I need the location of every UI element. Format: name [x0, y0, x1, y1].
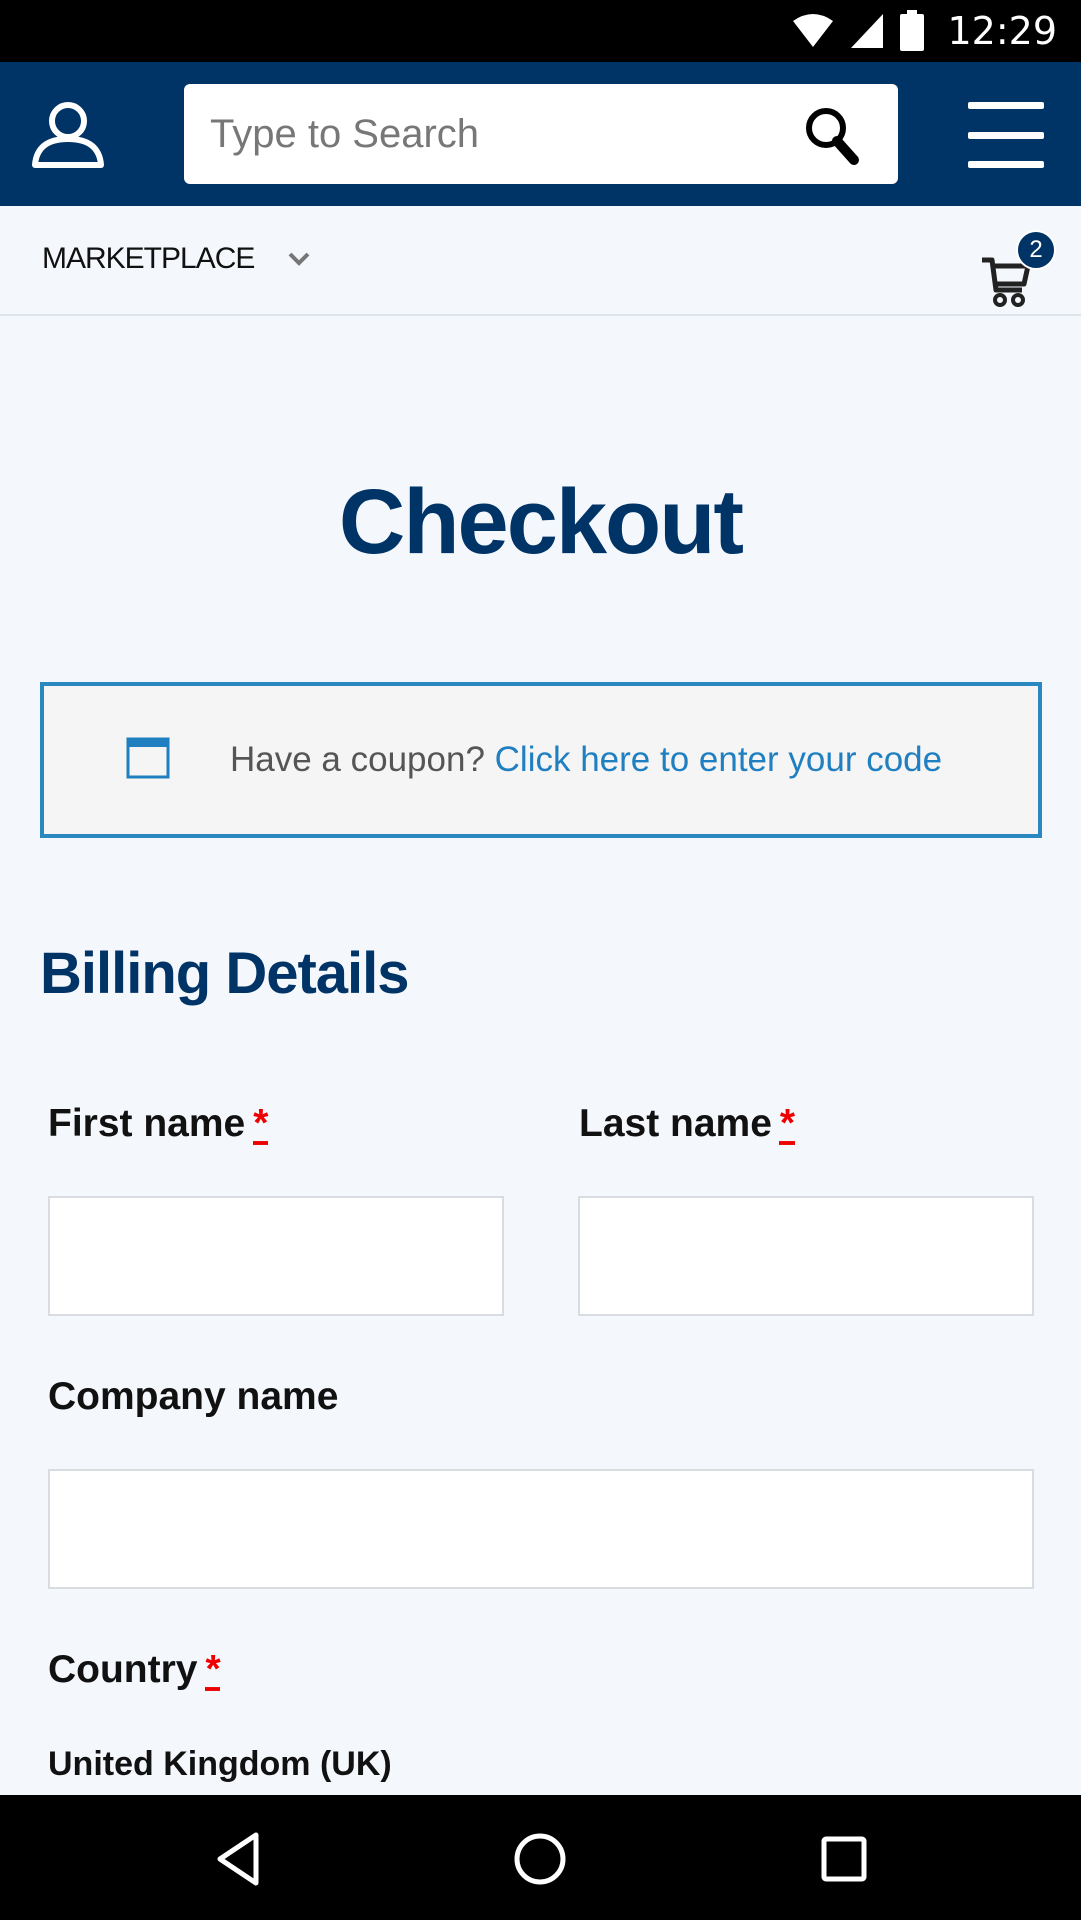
- user-icon: [32, 102, 104, 168]
- required-marker: *: [253, 1102, 269, 1145]
- country-value[interactable]: United Kingdom (UK): [48, 1745, 392, 1784]
- country-label: Country *: [48, 1648, 221, 1692]
- coupon-link[interactable]: Click here to enter your code: [495, 740, 942, 779]
- back-icon[interactable]: [208, 1827, 272, 1891]
- billing-section-title: Billing Details: [40, 941, 410, 1006]
- chevron-down-icon: [288, 252, 310, 266]
- battery-icon: [900, 10, 925, 51]
- first-name-label: First name *: [48, 1102, 268, 1146]
- marketplace-dropdown[interactable]: MARKETPLACE: [42, 242, 310, 276]
- wifi-icon: [793, 14, 834, 47]
- signal-icon: [851, 14, 884, 48]
- required-marker: *: [779, 1102, 796, 1145]
- status-icons: 12:29: [791, 8, 1057, 54]
- last-name-label: Last name *: [579, 1102, 795, 1146]
- country-label-text: Country: [48, 1648, 198, 1691]
- status-bar: 12:29: [0, 0, 1081, 62]
- account-button[interactable]: [30, 96, 106, 172]
- home-icon[interactable]: [508, 1827, 572, 1891]
- recents-icon[interactable]: [812, 1827, 876, 1891]
- window-icon: [126, 737, 170, 779]
- first-name-field[interactable]: [48, 1196, 504, 1316]
- company-name-label-text: Company name: [48, 1375, 339, 1418]
- menu-icon: [968, 102, 1046, 168]
- cart-button[interactable]: 2: [980, 230, 1060, 310]
- system-nav-bar: [0, 1795, 1081, 1920]
- search-input[interactable]: [210, 84, 810, 184]
- company-name-label: Company name: [48, 1375, 338, 1419]
- required-marker: *: [205, 1648, 221, 1691]
- last-name-field[interactable]: [578, 1196, 1034, 1316]
- coupon-notice: Have a coupon? Click here to enter your …: [40, 682, 1042, 838]
- menu-button[interactable]: [968, 96, 1046, 174]
- marketplace-label: MARKETPLACE: [42, 242, 255, 275]
- sub-navigation: MARKETPLACE 2: [0, 206, 1081, 316]
- coupon-prompt: Have a coupon?: [230, 740, 485, 779]
- last-name-label-text: Last name: [579, 1102, 772, 1145]
- search-icon[interactable]: [802, 104, 864, 166]
- coupon-text: Have a coupon? Click here to enter your …: [230, 740, 942, 780]
- search-box: [184, 84, 898, 184]
- first-name-label-text: First name: [48, 1102, 246, 1145]
- page-title: Checkout: [338, 471, 744, 573]
- app-header: [0, 62, 1081, 206]
- status-time: 12:29: [947, 9, 1057, 53]
- company-name-field[interactable]: [48, 1469, 1034, 1589]
- cart-count-badge: 2: [1016, 230, 1056, 270]
